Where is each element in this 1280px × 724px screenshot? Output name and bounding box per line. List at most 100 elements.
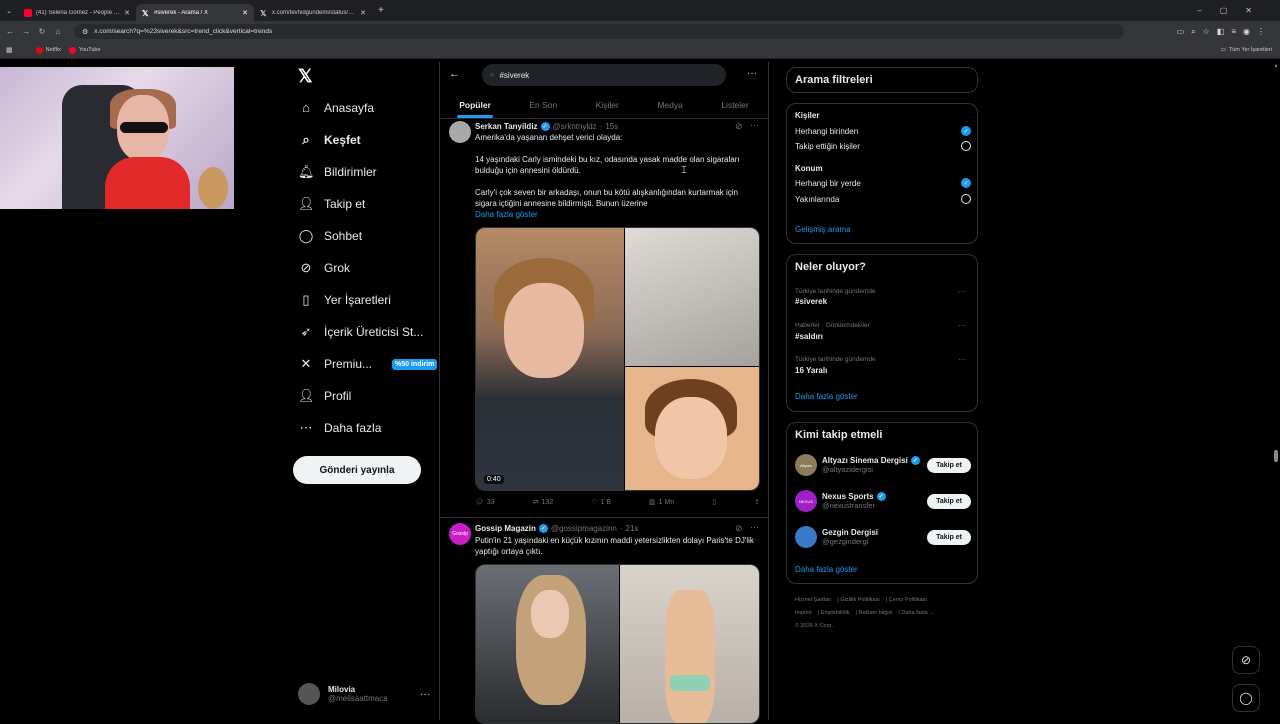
follow-suggestion[interactable]: NEXUS Nexus Sports ✓ @nexustransfer Takip et	[795, 490, 971, 512]
views-button[interactable]: ▥ 1 Mn	[649, 498, 674, 507]
repost-button[interactable]: ⇄ 132	[533, 498, 554, 507]
show-more-link[interactable]: Daha fazla göster	[475, 210, 538, 219]
nav-item-person[interactable]: 👤︎ Profil	[298, 388, 351, 404]
radio-icon[interactable]	[961, 141, 971, 151]
site-info-icon[interactable]: ⚙	[82, 28, 88, 36]
nav-item-add-person[interactable]: 👤︎ Takip et	[298, 196, 365, 212]
close-tab-icon[interactable]: ✕	[360, 9, 366, 17]
forward-icon[interactable]: →	[20, 27, 32, 36]
bookmark-netflix[interactable]: Netflix	[35, 46, 61, 54]
tab-search-icon[interactable]: ⌄	[0, 7, 18, 15]
avatar[interactable]: Gossip	[449, 523, 471, 545]
nav-item-bell[interactable]: 🔔︎ Bildirimler	[298, 164, 377, 180]
browser-tab-search[interactable]: 𝕏 #siverek - Arama / X ✕	[136, 4, 254, 21]
trend-item[interactable]: #siverek	[795, 297, 827, 306]
advanced-search-link[interactable]: Gelişmiş arama	[795, 225, 851, 234]
radio-checked-icon[interactable]: ✓	[961, 178, 971, 188]
scrollbar-up-icon[interactable]: ▴	[1273, 62, 1279, 69]
close-tab-icon[interactable]: ✕	[124, 9, 130, 17]
grok-icon[interactable]: ⊘	[735, 523, 743, 534]
follow-show-more-link[interactable]: Daha fazla göster	[795, 565, 858, 574]
follow-button[interactable]: Takip et	[927, 457, 971, 473]
footer-link[interactable]: Daha fazla ...	[901, 610, 933, 616]
close-tab-icon[interactable]: ✕	[242, 9, 248, 17]
grok-fab[interactable]: ⊘	[1232, 646, 1260, 674]
url-field[interactable]: ⚙ x.com/search?q=%23siverek&src=trend_cl…	[74, 24, 1124, 39]
footer-link[interactable]: Çerez Politikası	[889, 597, 927, 603]
trends-show-more-link[interactable]: Daha fazla göster	[795, 392, 858, 401]
tweet-time[interactable]: 15s	[605, 122, 618, 131]
nav-item-grok[interactable]: ⊘ Grok	[298, 260, 350, 276]
more-icon[interactable]: ···	[958, 321, 966, 330]
filter-option-anyone[interactable]: Herhangi birinden ✓	[795, 126, 971, 136]
back-icon[interactable]: ←	[4, 27, 16, 36]
apps-icon[interactable]: ▦	[6, 46, 13, 54]
grok-icon[interactable]: ⊘	[735, 121, 743, 132]
post-button[interactable]: Gönderi yayınla	[293, 456, 421, 484]
more-icon[interactable]: ···	[747, 68, 757, 79]
tab-popular[interactable]: Popüler	[457, 100, 493, 118]
all-bookmarks[interactable]: ▭ Tüm Yer İşaretleri	[1221, 47, 1272, 53]
author-handle[interactable]: @gossipmagazinn	[551, 524, 617, 533]
more-icon[interactable]: ···	[958, 287, 966, 296]
nav-item-bookmark[interactable]: ▯ Yer İşaretleri	[298, 292, 391, 308]
follow-suggestion[interactable]: Gezgin Dergisi @gezgindergi Takip et	[795, 526, 971, 548]
account-switcher[interactable]: Milovia @melisaattmaca ···	[298, 683, 430, 705]
author-handle[interactable]: @srkntnyldz	[553, 122, 597, 131]
x-logo-icon[interactable]: 𝕏	[298, 66, 313, 87]
share-button[interactable]: ⇪	[754, 498, 760, 506]
tweet-image-left[interactable]	[476, 565, 619, 723]
browser-tab-youtube[interactable]: (41) Selena Gomez - People You ✕	[18, 4, 136, 21]
scrollbar[interactable]: ▴	[1273, 62, 1279, 720]
trend-item[interactable]: 16 Yaralı	[795, 366, 827, 375]
filter-option-following[interactable]: Takip ettiğin kişiler	[795, 141, 971, 151]
search-input[interactable]: ⌕ #siverek	[482, 64, 726, 86]
tweet-images[interactable]	[475, 564, 760, 724]
footer-link[interactable]: Hizmet Şartları	[795, 597, 831, 603]
browser-tab-status[interactable]: 𝕏 x.com/tevhidgundemi/status/2… ✕	[254, 4, 372, 21]
tab-lists[interactable]: Listeler	[721, 100, 748, 110]
radio-checked-icon[interactable]: ✓	[961, 126, 971, 136]
radio-icon[interactable]	[961, 194, 971, 204]
nav-item-home[interactable]: ⌂ Anasayfa	[298, 100, 374, 115]
avatar[interactable]	[449, 121, 471, 143]
like-button[interactable]: ♡ 1 B	[591, 498, 611, 507]
bookmark-button[interactable]: ▯	[712, 498, 716, 506]
footer-link[interactable]: Gizlilik Politikası	[840, 597, 879, 603]
bookmark-youtube[interactable]: YouTube	[68, 46, 101, 54]
filter-option-nearby[interactable]: Yakınlarında	[795, 194, 971, 204]
window-controls[interactable]: –▢✕	[1197, 6, 1270, 15]
reload-icon[interactable]: ↻	[36, 27, 48, 36]
more-icon[interactable]: ···	[958, 355, 966, 364]
reply-button[interactable]: 💬︎ 33	[475, 498, 495, 507]
nav-item-x-logo[interactable]: ✕ Premiu... %50 indirim	[298, 356, 438, 372]
tab-media[interactable]: Medya	[657, 100, 683, 110]
tab-people[interactable]: Kişiler	[596, 100, 619, 110]
footer-link[interactable]: Erişilebilirlik	[821, 610, 850, 616]
follow-suggestion[interactable]: Altyazı Altyazı Sinema Dergisi ✓ @altyazide…	[795, 454, 971, 476]
author-name[interactable]: Serkan Tanyildiz	[475, 122, 538, 131]
new-tab-icon[interactable]: +	[378, 5, 384, 16]
footer-link[interactable]: Reklam bilgisi	[858, 610, 892, 616]
tab-latest[interactable]: En Son	[529, 100, 557, 110]
messages-fab[interactable]: ◯	[1232, 684, 1260, 712]
nav-item-search[interactable]: ⌕ Keşfet	[298, 132, 360, 148]
filter-option-anywhere[interactable]: Herhangi bir yerde ✓	[795, 178, 971, 188]
tweet-video[interactable]: 0:40	[475, 227, 760, 491]
follow-button[interactable]: Takip et	[927, 493, 971, 509]
more-icon[interactable]: ···	[750, 522, 759, 532]
back-arrow-icon[interactable]: ←	[449, 68, 460, 80]
nav-item-more-circle[interactable]: ⋯ Daha fazla	[298, 420, 382, 436]
tweet-image-right[interactable]	[620, 565, 759, 723]
author-name[interactable]: Gossip Magazin	[475, 524, 536, 533]
nav-item-rocket[interactable]: ➶ İçerik Üreticisi St...	[298, 324, 424, 340]
tweet-time[interactable]: 21s	[626, 524, 639, 533]
footer-link[interactable]: Imprint	[795, 610, 812, 616]
home-icon[interactable]: ⌂	[52, 27, 64, 36]
toolbar-icons[interactable]: ▭⌕☆◧≡◉⋮	[1177, 27, 1272, 37]
chrome-icon[interactable]	[21, 47, 28, 54]
trend-item[interactable]: #saldırı	[795, 332, 823, 341]
follow-button[interactable]: Takip et	[927, 529, 971, 545]
more-icon[interactable]: ···	[750, 120, 759, 130]
scrollbar-thumb[interactable]	[1274, 450, 1278, 462]
